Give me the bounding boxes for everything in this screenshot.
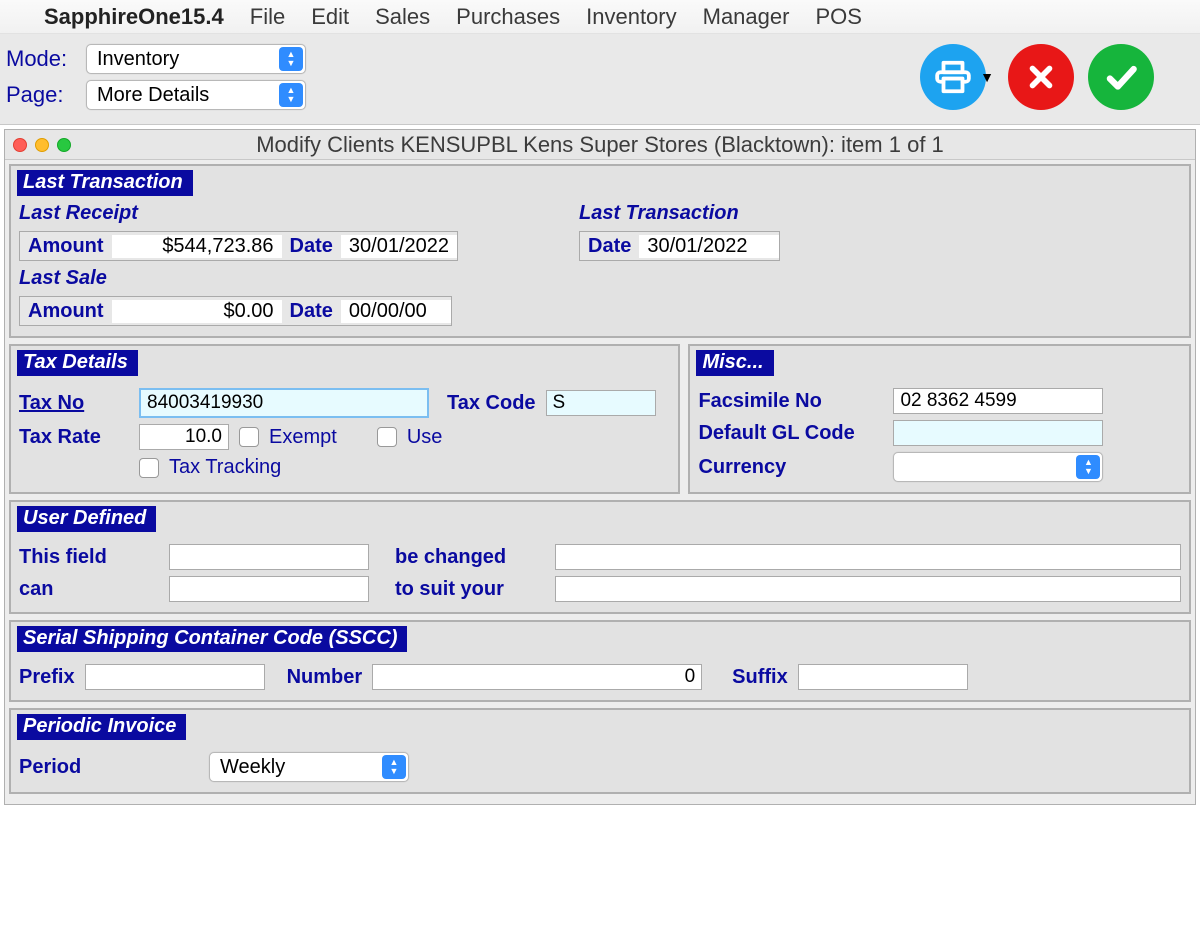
sale-date-value: 00/00/00: [341, 300, 451, 323]
sscc-panel: Serial Shipping Container Code (SSCC) Pr…: [9, 620, 1191, 702]
print-button[interactable]: [920, 44, 986, 110]
last-transaction-date-label: Date: [580, 235, 639, 258]
tax-no-label[interactable]: Tax No: [19, 392, 129, 415]
tax-tracking-checkbox[interactable]: [139, 458, 159, 478]
receipt-date-value: 30/01/2022: [341, 235, 457, 258]
last-receipt-amount-box: Amount $544,723.86 Date 30/01/2022: [19, 231, 458, 261]
sale-date-label: Date: [282, 300, 341, 323]
exempt-label: Exempt: [269, 426, 337, 449]
fax-label: Facsimile No: [698, 390, 883, 413]
system-menubar: SapphireOne15.4 File Edit Sales Purchase…: [0, 0, 1200, 34]
select-stepper-icon: [279, 83, 303, 107]
sale-amount-label: Amount: [20, 300, 112, 323]
mode-select-value: Inventory: [97, 48, 179, 71]
sscc-prefix-input[interactable]: [85, 664, 265, 690]
exempt-checkbox[interactable]: [239, 427, 259, 447]
periodic-invoice-header: Periodic Invoice: [17, 714, 186, 740]
sscc-suffix-input[interactable]: [798, 664, 968, 690]
last-transaction-right-label: Last Transaction: [579, 202, 780, 225]
menu-file[interactable]: File: [250, 4, 285, 30]
select-stepper-icon: [382, 755, 406, 779]
receipt-date-label: Date: [282, 235, 341, 258]
tax-details-panel: Tax Details Tax No Tax Code Tax Rate Exe…: [9, 344, 680, 494]
tax-rate-input[interactable]: [139, 424, 229, 450]
user-defined-panel: User Defined This field be changed can t…: [9, 500, 1191, 614]
window-minimize-icon[interactable]: [35, 138, 49, 152]
tax-no-input[interactable]: [139, 388, 429, 418]
ud-field1-label: This field: [19, 546, 159, 569]
mode-select[interactable]: Inventory: [86, 44, 306, 74]
last-sale-amount-box: Amount $0.00 Date 00/00/00: [19, 296, 452, 326]
gl-input[interactable]: [893, 420, 1103, 446]
select-stepper-icon: [1076, 455, 1100, 479]
receipt-amount-label: Amount: [20, 235, 112, 258]
app-toolbar: Mode: Inventory Page: More Details ▼: [0, 34, 1200, 125]
last-transaction-header: Last Transaction: [17, 170, 193, 196]
menu-sales[interactable]: Sales: [375, 4, 430, 30]
period-select[interactable]: Weekly: [209, 752, 409, 782]
window-close-icon[interactable]: [13, 138, 27, 152]
confirm-button[interactable]: [1088, 44, 1154, 110]
sscc-prefix-label: Prefix: [19, 666, 75, 689]
window-title: Modify Clients KENSUPBL Kens Super Store…: [5, 132, 1195, 158]
window-titlebar[interactable]: Modify Clients KENSUPBL Kens Super Store…: [5, 130, 1195, 160]
ud-field1-input[interactable]: [169, 544, 369, 570]
ud-field4-label: to suit your: [395, 578, 545, 601]
periodic-invoice-panel: Periodic Invoice Period Weekly: [9, 708, 1191, 794]
use-checkbox[interactable]: [377, 427, 397, 447]
misc-header: Misc...: [696, 350, 773, 376]
page-select[interactable]: More Details: [86, 80, 306, 110]
user-defined-header: User Defined: [17, 506, 156, 532]
currency-label: Currency: [698, 456, 883, 479]
menu-edit[interactable]: Edit: [311, 4, 349, 30]
modify-clients-window: Modify Clients KENSUPBL Kens Super Store…: [4, 129, 1196, 805]
last-receipt-label: Last Receipt: [19, 202, 539, 225]
select-stepper-icon: [279, 47, 303, 71]
fax-input[interactable]: [893, 388, 1103, 414]
page-select-value: More Details: [97, 84, 209, 107]
menu-inventory[interactable]: Inventory: [586, 4, 677, 30]
printer-icon: [934, 58, 972, 96]
menu-manager[interactable]: Manager: [703, 4, 790, 30]
period-label: Period: [19, 756, 199, 779]
currency-select[interactable]: [893, 452, 1103, 482]
traffic-lights: [13, 138, 71, 152]
sscc-suffix-label: Suffix: [732, 666, 788, 689]
sscc-number-label: Number: [287, 666, 363, 689]
print-dropdown-caret-icon[interactable]: ▼: [980, 69, 994, 85]
ud-field2-label: be changed: [395, 546, 545, 569]
gl-label: Default GL Code: [698, 422, 883, 445]
last-transaction-date-value: 30/01/2022: [639, 235, 779, 258]
window-zoom-icon[interactable]: [57, 138, 71, 152]
last-sale-label: Last Sale: [19, 267, 539, 290]
ud-field3-input[interactable]: [169, 576, 369, 602]
mode-label: Mode:: [6, 46, 76, 72]
receipt-amount-value: $544,723.86: [112, 235, 282, 258]
ud-field2-input[interactable]: [555, 544, 1181, 570]
tax-code-label: Tax Code: [447, 392, 536, 415]
sale-amount-value: $0.00: [112, 300, 282, 323]
misc-panel: Misc... Facsimile No Default GL Code Cur…: [688, 344, 1191, 494]
close-icon: [1024, 60, 1058, 94]
last-transaction-panel: Last Transaction Last Receipt Amount $54…: [9, 164, 1191, 338]
sscc-header: Serial Shipping Container Code (SSCC): [17, 626, 407, 652]
menu-purchases[interactable]: Purchases: [456, 4, 560, 30]
period-select-value: Weekly: [220, 756, 285, 779]
ud-field4-input[interactable]: [555, 576, 1181, 602]
app-name[interactable]: SapphireOne15.4: [44, 4, 224, 30]
sscc-number-input[interactable]: [372, 664, 702, 690]
tax-rate-label: Tax Rate: [19, 426, 129, 449]
menu-pos[interactable]: POS: [815, 4, 861, 30]
tax-code-input[interactable]: [546, 390, 656, 416]
ud-field3-label: can: [19, 578, 159, 601]
check-icon: [1102, 58, 1140, 96]
tax-details-header: Tax Details: [17, 350, 138, 376]
use-label: Use: [407, 426, 443, 449]
cancel-button[interactable]: [1008, 44, 1074, 110]
tax-tracking-label: Tax Tracking: [169, 456, 281, 479]
last-transaction-date-box: Date 30/01/2022: [579, 231, 780, 261]
page-label: Page:: [6, 82, 76, 108]
